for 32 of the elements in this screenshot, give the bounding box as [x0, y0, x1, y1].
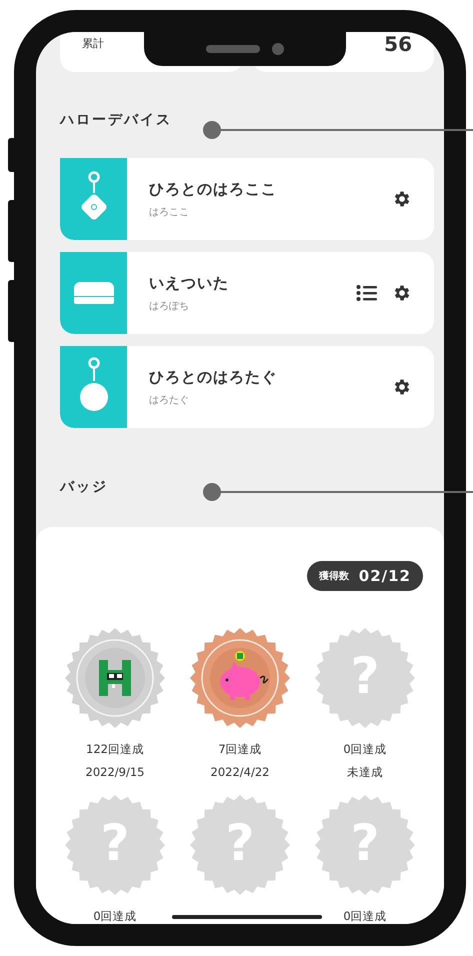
section-title: バッジ — [60, 478, 108, 497]
locked-badge: ? — [65, 795, 165, 895]
device-name: いえついた — [149, 274, 230, 292]
settings-icon — [392, 283, 412, 303]
device-model: はろここ — [149, 206, 190, 218]
locked-badge: ? — [315, 795, 415, 895]
summary-value: 56 — [384, 32, 412, 56]
device-card[interactable]: ひろとのはろたぐ はろたぐ — [60, 346, 434, 428]
device-name: ひろとのはろここ — [149, 180, 278, 198]
badge-date: 2022/9/15 — [86, 764, 144, 781]
section-title: ハローデバイス — [60, 111, 172, 130]
summary-label: 累計 — [82, 36, 104, 51]
pill-label: 獲得数 — [318, 570, 349, 583]
badge-count: 122回達成 — [86, 741, 144, 758]
badge-count: 7回達成 — [218, 741, 262, 758]
device-card[interactable]: いえついた はろぽち — [60, 252, 434, 334]
settings-icon — [392, 189, 412, 209]
badge-count: 0回達成 — [343, 908, 387, 924]
locked-badge: ? — [190, 795, 290, 895]
badge-count: 0回達成 — [343, 741, 387, 758]
box-device-icon — [74, 282, 114, 304]
badge-date: 未達成 — [347, 764, 383, 781]
settings-icon — [392, 377, 412, 397]
pill-count: 02/12 — [358, 567, 411, 585]
device-model: はろたぐ — [149, 394, 190, 406]
badge-count: 0回達成 — [93, 908, 137, 924]
badge-date: 2022/4/22 — [210, 764, 270, 781]
locked-badge: ? — [315, 628, 415, 728]
device-model: はろぽち — [149, 300, 190, 312]
device-name: ひろとのはろたぐ — [149, 368, 278, 386]
device-card[interactable]: ひろとのはろここ はろここ — [60, 158, 434, 240]
list-icon — [356, 284, 378, 302]
